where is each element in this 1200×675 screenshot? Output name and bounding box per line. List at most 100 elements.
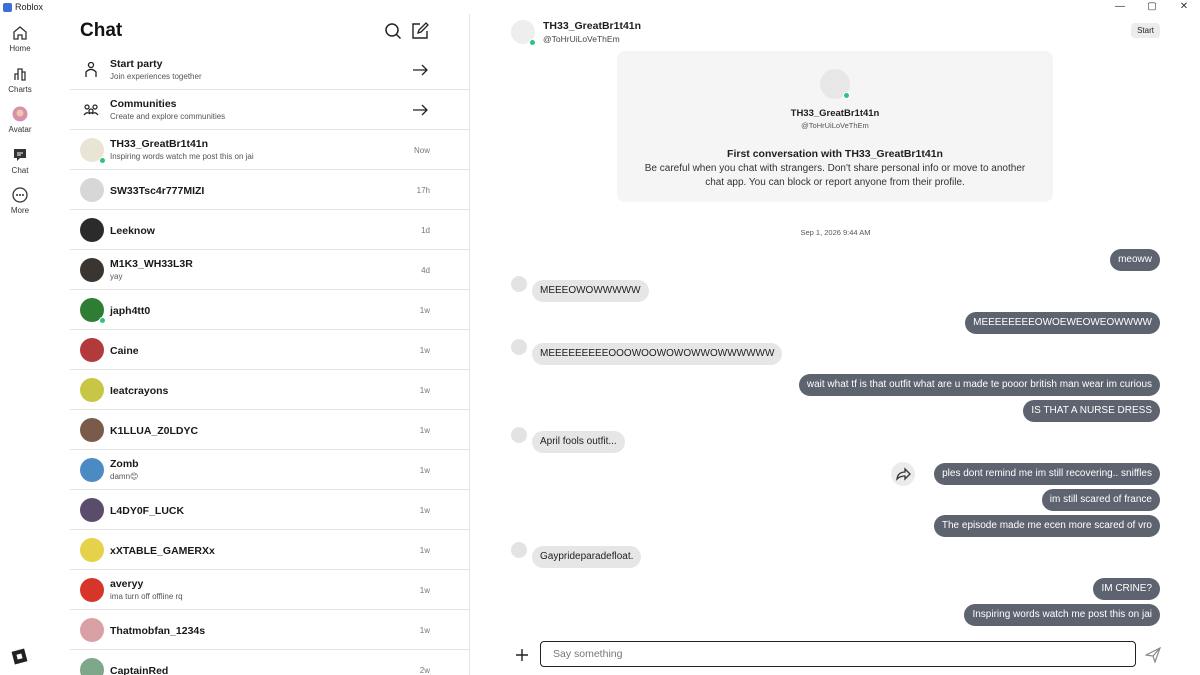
- home-icon: [13, 26, 27, 40]
- sent-message[interactable]: The episode made me ecen more scared of …: [933, 515, 1160, 537]
- received-message[interactable]: MEEEOWOWWWWW: [532, 280, 649, 302]
- plus-icon[interactable]: [515, 648, 529, 662]
- chat-list-item[interactable]: TH33_GreatBr1t41n Inspiring words watch m…: [70, 130, 469, 170]
- start-party-item[interactable]: Start party Join experiences together: [70, 50, 469, 90]
- rail-item-chat[interactable]: Chat: [0, 147, 40, 175]
- chat-preview: damn😊: [110, 472, 139, 481]
- avatar: [80, 418, 104, 442]
- chat-time: 4d: [421, 266, 430, 275]
- rail-item-more[interactable]: More: [0, 187, 40, 215]
- window-titlebar: Roblox — ▢ ✕: [0, 0, 1200, 14]
- conversation-name[interactable]: TH33_GreatBr1t41n: [543, 20, 641, 32]
- sent-message[interactable]: im still scared of france: [1041, 489, 1160, 511]
- received-message[interactable]: Gayprideparadefloat.: [532, 546, 642, 568]
- chat-name: TH33_GreatBr1t41n: [110, 138, 209, 150]
- sent-message[interactable]: Inspiring words watch me post this on ja…: [964, 604, 1160, 626]
- chat-preview: ima turn off offline rq: [110, 592, 183, 601]
- chat-name: japh4tt0: [110, 305, 151, 317]
- chat-time: 1w: [419, 426, 430, 435]
- chat-list-item[interactable]: Ieatcrayons 1w: [70, 370, 469, 410]
- chat-name: Ieatcrayons: [110, 385, 169, 397]
- sent-message[interactable]: IS THAT A NURSE DRESS: [1023, 400, 1160, 422]
- compose-icon[interactable]: [411, 22, 429, 40]
- conversation-username: @ToHrUiLoVeThEm: [543, 34, 620, 44]
- share-arrow-icon: [896, 467, 911, 481]
- chat-time: 2w: [419, 666, 430, 675]
- minimize-button[interactable]: —: [1104, 0, 1136, 14]
- received-message[interactable]: April fools outfit...: [532, 431, 625, 453]
- item-name: Start party: [110, 58, 163, 70]
- intro-title: First conversation with TH33_GreatBr1t41…: [727, 148, 943, 160]
- start-button[interactable]: Start: [1131, 23, 1160, 38]
- rail-label: Avatar: [8, 125, 32, 134]
- charts-icon: [14, 68, 26, 81]
- chat-list-item[interactable]: Thatmobfan_1234s 1w: [70, 610, 469, 650]
- close-button[interactable]: ✕: [1168, 0, 1200, 14]
- item-name: Communities: [110, 98, 177, 110]
- avatar: [80, 258, 104, 282]
- communities-item[interactable]: Communities Create and explore communiti…: [70, 90, 469, 130]
- chat-time: 1w: [419, 506, 430, 515]
- chat-list: Start party Join experiences together Co…: [70, 50, 469, 675]
- received-message[interactable]: MEEEEEEEEEOOOWOOWOWOWWOWWWWWW: [532, 343, 783, 365]
- avatar: [80, 458, 104, 482]
- rail-item-home[interactable]: Home: [0, 25, 40, 53]
- message-input[interactable]: Say something: [540, 641, 1136, 667]
- avatar: [80, 618, 104, 642]
- communities-icon: [83, 104, 99, 116]
- chat-list-item[interactable]: averyy ima turn off offline rq 1w: [70, 570, 469, 610]
- maximize-button[interactable]: ▢: [1136, 0, 1168, 14]
- sent-message[interactable]: meoww: [1110, 249, 1160, 271]
- avatar: [80, 378, 104, 402]
- arrow-right-icon: [413, 104, 428, 116]
- roblox-app-icon: [3, 2, 12, 12]
- chat-list-item[interactable]: CaptainRed 2w: [70, 650, 469, 675]
- nav-rail: Home Charts Avatar Chat More: [0, 14, 40, 675]
- item-sub: Join experiences together: [110, 72, 202, 81]
- chat-time: Now: [413, 146, 430, 155]
- chat-list-item[interactable]: M1K3_WH33L3R yay 4d: [70, 250, 469, 290]
- party-icon: [85, 61, 97, 77]
- intro-name: TH33_GreatBr1t41n: [790, 108, 880, 119]
- rail-label: Home: [9, 44, 31, 53]
- sender-avatar[interactable]: [511, 276, 527, 292]
- chat-time: 17h: [416, 186, 430, 195]
- chat-list-item[interactable]: japh4tt0 1w: [70, 290, 469, 330]
- chat-list-item[interactable]: Caine 1w: [70, 330, 469, 370]
- sender-avatar[interactable]: [511, 339, 527, 355]
- chat-list-item[interactable]: Zomb damn😊 1w: [70, 450, 469, 490]
- share-button[interactable]: [891, 462, 915, 486]
- chat-time: 1w: [419, 586, 430, 595]
- intro-username: @ToHrUiLoVeThEm: [801, 121, 869, 130]
- more-icon: [12, 187, 28, 203]
- chat-time: 1w: [419, 546, 430, 555]
- roblox-logo[interactable]: [11, 648, 28, 665]
- avatar: [80, 498, 104, 522]
- sent-message[interactable]: MEEEEEEEEOWOEWEOWEOWWWW: [965, 312, 1160, 334]
- chat-name: M1K3_WH33L3R: [110, 258, 193, 270]
- rail-item-avatar[interactable]: Avatar: [0, 106, 40, 134]
- avatar-icon: [12, 106, 28, 122]
- chat-list-item[interactable]: K1LLUA_Z0LDYC 1w: [70, 410, 469, 450]
- sent-message[interactable]: ples dont remind me im still recovering.…: [934, 463, 1160, 485]
- chat-name: averyy: [110, 578, 144, 590]
- avatar: [80, 538, 104, 562]
- rail-item-charts[interactable]: Charts: [0, 66, 40, 94]
- sent-message[interactable]: IM CRINE?: [1093, 578, 1160, 600]
- chat-list-item[interactable]: xXTABLE_GAMERXx 1w: [70, 530, 469, 570]
- chat-time: 1w: [419, 466, 430, 475]
- chat-list-item[interactable]: Leeknow 1d: [70, 210, 469, 250]
- sent-message[interactable]: wait what tf is that outfit what are u m…: [798, 374, 1160, 396]
- chat-list-item[interactable]: SW33Tsc4r777MIZI 17h: [70, 170, 469, 210]
- rail-label: More: [10, 206, 30, 215]
- chat-time: 1w: [419, 346, 430, 355]
- avatar: [80, 338, 104, 362]
- send-icon[interactable]: [1145, 647, 1161, 663]
- chat-list-item[interactable]: L4DY0F_LUCK 1w: [70, 490, 469, 530]
- avatar: [80, 578, 104, 602]
- online-indicator: [99, 157, 106, 164]
- chat-time: 1w: [419, 306, 430, 315]
- search-icon[interactable]: [384, 22, 402, 40]
- sender-avatar[interactable]: [511, 427, 527, 443]
- sender-avatar[interactable]: [511, 542, 527, 558]
